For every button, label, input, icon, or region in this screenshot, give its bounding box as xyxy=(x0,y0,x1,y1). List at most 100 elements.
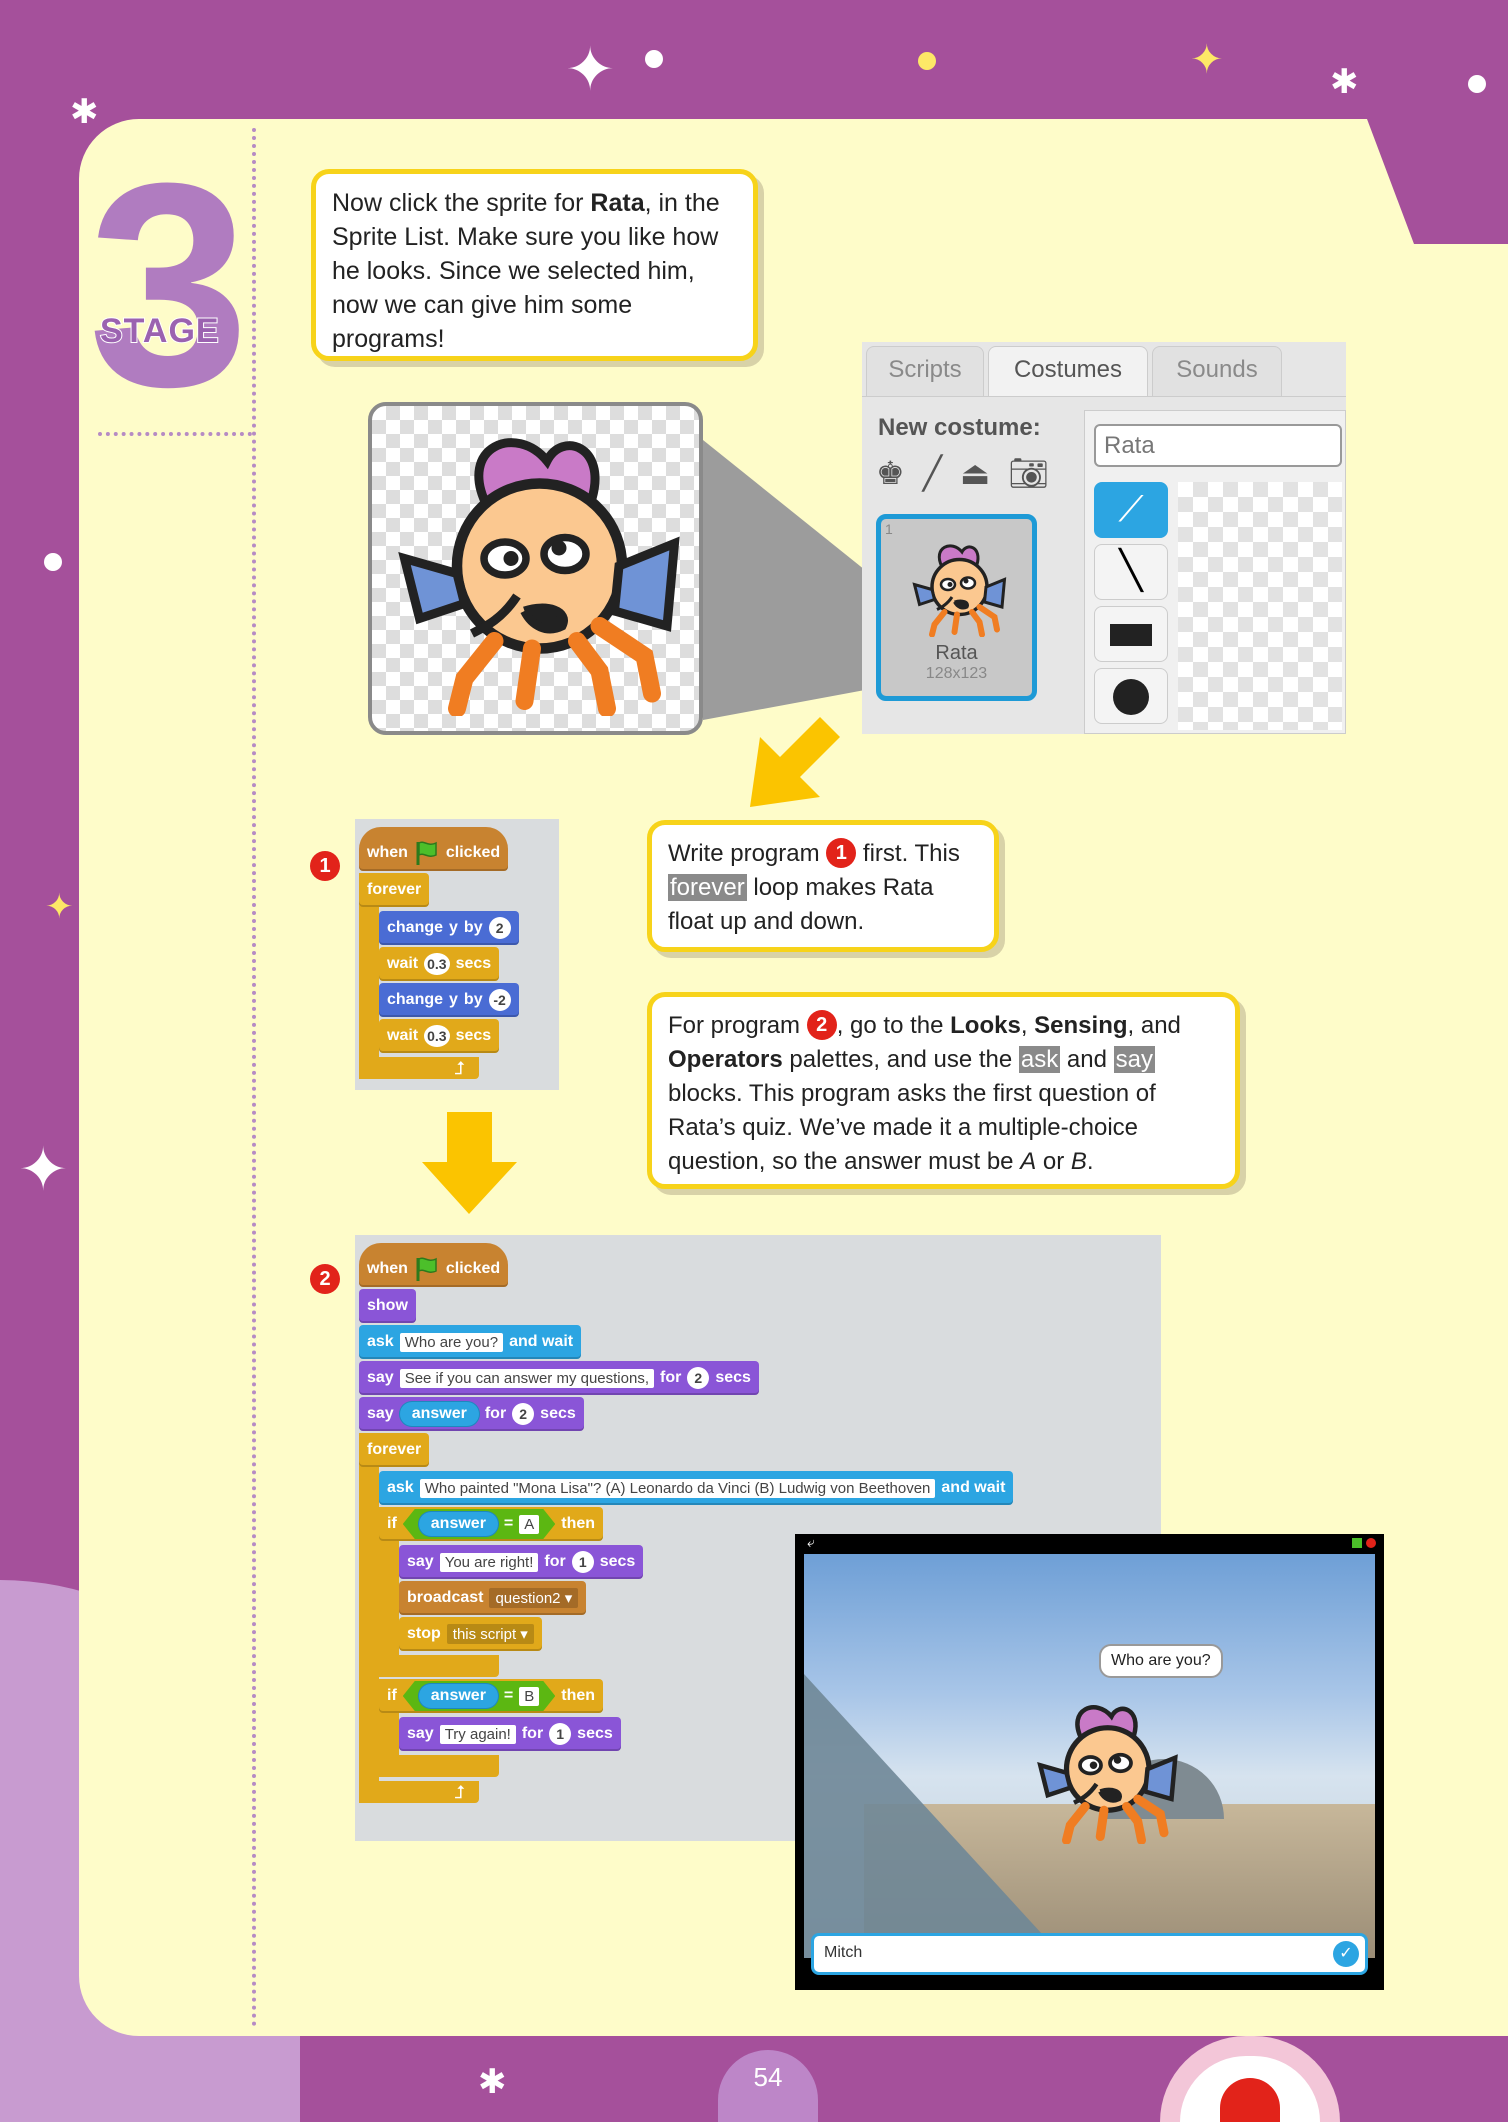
brush-tool-button[interactable]: ⟋ xyxy=(1094,482,1168,538)
when-flag-clicked-block[interactable]: when clicked xyxy=(359,1243,509,1287)
paint-brush-icon[interactable]: ╱ xyxy=(923,454,942,492)
highlighted-block-name: say xyxy=(1113,1046,1155,1073)
script-block[interactable]: show xyxy=(359,1289,416,1323)
block-label: secs xyxy=(455,955,492,972)
dot-decoration xyxy=(918,52,936,70)
line-tool-button[interactable]: ╲ xyxy=(1094,544,1168,600)
text-input[interactable]: Who are you? xyxy=(399,1332,504,1352)
page-number: 54 xyxy=(718,2050,818,2122)
dropdown[interactable]: this script xyxy=(446,1624,534,1644)
block-label: for xyxy=(484,1405,507,1422)
answer-input[interactable]: Mitch ✓ xyxy=(811,1933,1368,1975)
text-input[interactable]: Who painted "Mona Lisa"? (A) Leonardo da… xyxy=(419,1478,936,1498)
check-submit-icon[interactable]: ✓ xyxy=(1333,1941,1359,1967)
number-input[interactable]: -2 xyxy=(488,989,511,1011)
callout-text: . xyxy=(1086,1148,1094,1175)
sprite-library-icon[interactable]: ♚ xyxy=(876,454,905,492)
number-input[interactable]: 1 xyxy=(549,1723,572,1745)
script-block[interactable]: broadcast question2 xyxy=(399,1581,587,1615)
callout-bold: Rata xyxy=(590,189,645,217)
script-block[interactable]: change y by -2 xyxy=(379,983,519,1017)
script-block[interactable]: stop this script xyxy=(399,1617,542,1651)
script-block[interactable]: say You are right! for 1 secs xyxy=(399,1545,644,1579)
c-block-end: ⮥ xyxy=(359,1781,479,1803)
callout-text: , and xyxy=(1127,1012,1181,1039)
script-block[interactable]: if answer = Athen xyxy=(379,1507,604,1541)
star-decoration: ✦ xyxy=(565,36,616,103)
block-label: if xyxy=(387,1687,397,1704)
costume-tile[interactable]: 1 Rata 128x123 xyxy=(876,514,1037,701)
callout-bold: Sensing xyxy=(1034,1012,1128,1039)
text-input[interactable]: You are right! xyxy=(439,1552,539,1572)
number-input[interactable]: 0.3 xyxy=(424,953,450,975)
script-block[interactable]: change y by 2 xyxy=(379,911,519,945)
text-input[interactable]: Try again! xyxy=(439,1724,516,1744)
number-input[interactable]: 1 xyxy=(571,1551,594,1573)
script-block[interactable]: forever xyxy=(359,1433,430,1467)
answer-reporter[interactable]: answer xyxy=(419,1684,498,1708)
block-label: y xyxy=(449,991,458,1008)
block-label: say xyxy=(407,1725,434,1742)
block-label: for xyxy=(660,1369,682,1386)
script-block[interactable]: say Try again! for 1 secs xyxy=(399,1717,621,1751)
script-block[interactable]: forever xyxy=(359,873,430,907)
c-block-end xyxy=(379,1755,499,1777)
number-input[interactable]: 0.3 xyxy=(424,1025,450,1047)
script-block[interactable]: wait 0.3 secs xyxy=(379,947,500,981)
ellipse-tool-button[interactable] xyxy=(1094,668,1168,724)
c-block: forever change y by 2 wait 0.3 secs change y by -2 w… xyxy=(359,873,519,1079)
script-block[interactable]: say answer for 2 secs xyxy=(359,1397,584,1431)
block-label: then xyxy=(561,1515,596,1532)
rectangle-tool-button[interactable] xyxy=(1094,606,1168,662)
callout-text: or xyxy=(1036,1148,1071,1175)
answer-reporter[interactable]: answer xyxy=(399,1402,479,1426)
line-icon: ╲ xyxy=(1119,550,1143,592)
costume-index: 1 xyxy=(885,521,893,537)
script-block[interactable]: say See if you can answer my questions, fo… xyxy=(359,1361,759,1395)
dropdown[interactable]: question2 xyxy=(489,1588,579,1608)
block-label: for xyxy=(544,1553,566,1570)
number-input[interactable]: 2 xyxy=(512,1403,535,1425)
callout-text: , xyxy=(1020,1012,1035,1039)
block-label: wait xyxy=(387,955,419,972)
camera-icon[interactable]: 📷︎ xyxy=(1008,454,1049,492)
block-label: say xyxy=(367,1369,394,1386)
arrow-down-icon xyxy=(422,1112,517,1214)
number-input[interactable]: 2 xyxy=(687,1367,710,1389)
equals-operator-block[interactable]: answer = A xyxy=(403,1509,556,1539)
script-block[interactable]: ask Who painted "Mona Lisa"? (A) Leonardo… xyxy=(379,1471,1014,1505)
program-1-badge: 1 xyxy=(310,851,340,881)
script-block[interactable]: if answer = Bthen xyxy=(379,1679,604,1713)
value-input[interactable]: A xyxy=(519,1515,539,1534)
callout-text: , go to the xyxy=(836,1012,951,1039)
program-badge: 1 xyxy=(826,838,857,868)
tab-costumes[interactable]: Costumes xyxy=(988,346,1148,396)
number-input[interactable]: 2 xyxy=(488,917,511,939)
script-block[interactable]: ask Who are you? and wait xyxy=(359,1325,582,1359)
ellipse-icon xyxy=(1113,679,1149,715)
block-label: secs xyxy=(599,1553,636,1570)
instruction-callout: For program 2, go to the Looks, Sensing,… xyxy=(647,992,1240,1189)
fullscreen-icon[interactable]: ⤶ xyxy=(807,1534,815,1551)
block-label: say xyxy=(367,1405,394,1422)
block-label: stop xyxy=(407,1625,441,1642)
paint-canvas[interactable] xyxy=(1178,482,1342,730)
instruction-callout: Now click the sprite for Rata, in the Sp… xyxy=(311,169,758,361)
script-block[interactable]: wait 0.3 secs xyxy=(379,1019,500,1053)
green-flag-icon[interactable] xyxy=(1352,1538,1362,1548)
callout-italic: A xyxy=(1020,1148,1037,1175)
stop-icon[interactable] xyxy=(1366,1538,1376,1548)
tab-scripts[interactable]: Scripts xyxy=(866,346,984,396)
text-input[interactable]: See if you can answer my questions, xyxy=(399,1368,654,1388)
equals-operator-block[interactable]: answer = B xyxy=(403,1681,556,1711)
block-label: secs xyxy=(577,1725,613,1742)
upload-icon[interactable]: ⏏ xyxy=(960,454,990,492)
dot-decoration xyxy=(44,553,62,571)
callout-bold: Looks xyxy=(950,1012,1021,1039)
tab-sounds[interactable]: Sounds xyxy=(1152,346,1282,396)
costume-name-field[interactable]: Rata xyxy=(1094,424,1342,467)
answer-reporter[interactable]: answer xyxy=(419,1512,498,1536)
value-input[interactable]: B xyxy=(519,1687,539,1706)
block-label: and wait xyxy=(509,1333,574,1350)
when-flag-clicked-block[interactable]: when clicked xyxy=(359,827,509,871)
